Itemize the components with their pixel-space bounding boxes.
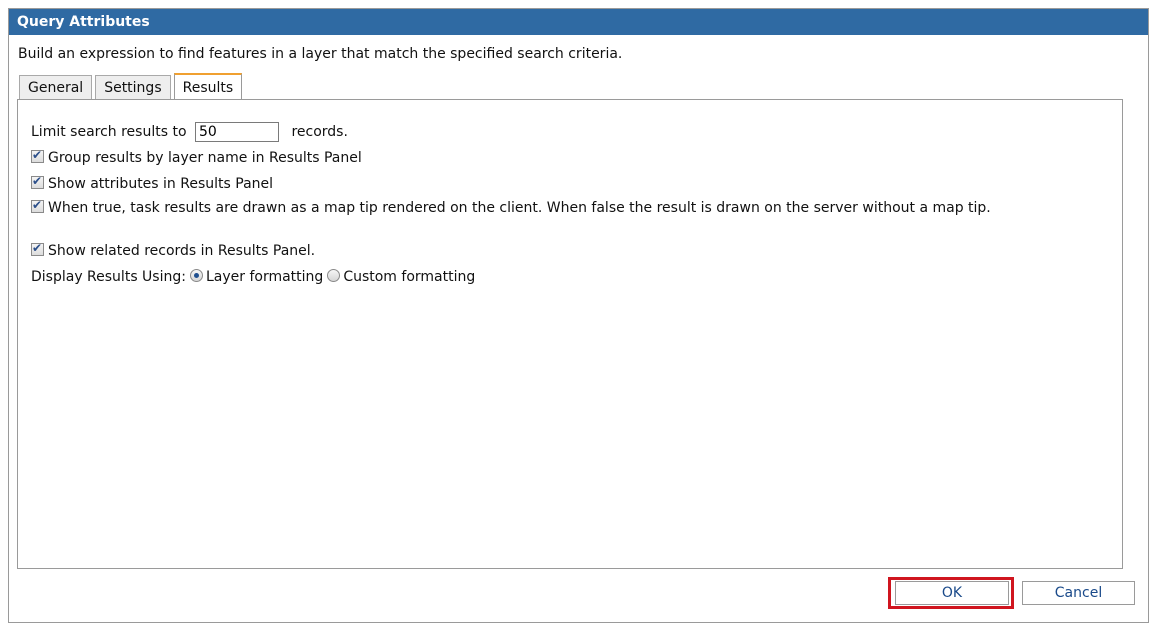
radio-selected-dot xyxy=(193,273,199,278)
tab-bar: General Settings Results xyxy=(19,73,245,100)
ok-button-highlight xyxy=(888,577,1014,609)
tab-settings[interactable]: Settings xyxy=(95,75,171,99)
limit-row: Limit search results to records. xyxy=(31,122,348,142)
show-attributes-label: Show attributes in Results Panel xyxy=(48,176,274,192)
tab-results[interactable]: Results xyxy=(173,73,243,99)
group-by-layer-label: Group results by layer name in Results P… xyxy=(48,150,362,166)
related-records-checkbox[interactable]: ✔ xyxy=(31,241,44,256)
option-row[interactable]: ✔ When true, task results are drawn as a … xyxy=(31,198,1081,217)
display-results-label: Display Results Using: xyxy=(31,269,186,285)
group-by-layer-checkbox[interactable]: ✔ xyxy=(31,148,44,163)
dialog-title: Query Attributes xyxy=(9,9,1148,35)
option-row[interactable]: ✔ Show attributes in Results Panel xyxy=(31,174,274,192)
map-tip-checkbox[interactable]: ✔ xyxy=(31,198,44,213)
layer-formatting-label: Layer formatting xyxy=(205,269,324,285)
layer-formatting-radio[interactable] xyxy=(189,269,203,282)
dialog-description: Build an expression to find features in … xyxy=(18,46,623,62)
cancel-button[interactable]: Cancel xyxy=(1022,581,1135,605)
custom-formatting-label: Custom formatting xyxy=(343,269,476,285)
results-panel: Limit search results to records. ✔ Group … xyxy=(17,99,1123,569)
custom-formatting-radio[interactable] xyxy=(327,269,341,282)
checkmark-icon: ✔ xyxy=(32,148,43,162)
map-tip-label: When true, task results are drawn as a m… xyxy=(48,200,991,216)
display-results-row: Display Results Using: Layer formatting Cu… xyxy=(31,269,475,285)
limit-suffix-label: records. xyxy=(291,124,348,140)
show-attributes-checkbox[interactable]: ✔ xyxy=(31,174,44,189)
checkmark-icon: ✔ xyxy=(32,198,43,212)
related-records-label: Show related records in Results Panel. xyxy=(48,243,316,259)
option-row[interactable]: ✔ Show related records in Results Panel. xyxy=(31,241,316,259)
checkmark-icon: ✔ xyxy=(32,174,43,188)
option-row[interactable]: ✔ Group results by layer name in Results … xyxy=(31,148,362,166)
tab-general[interactable]: General xyxy=(19,75,93,99)
limit-records-input[interactable] xyxy=(194,122,279,142)
checkmark-icon: ✔ xyxy=(32,241,43,255)
limit-prefix-label: Limit search results to xyxy=(31,124,187,140)
